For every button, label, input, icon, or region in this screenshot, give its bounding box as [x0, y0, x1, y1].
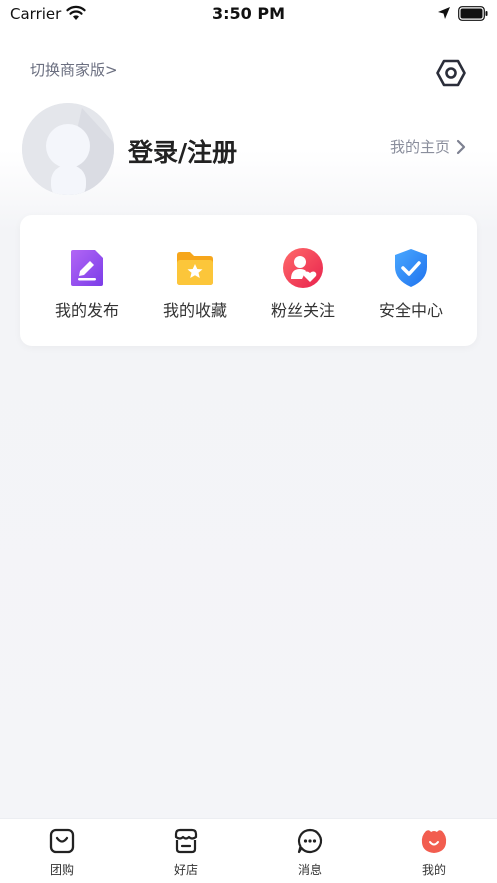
my-favorites-button[interactable]: 我的收藏: [138, 215, 252, 346]
battery-icon: [458, 6, 488, 21]
tab-good-shops-label: 好店: [173, 863, 198, 877]
chat-bubble-icon: [297, 828, 323, 854]
my-homepage-link[interactable]: 我的主页: [390, 136, 466, 157]
tab-messages-label: 消息: [297, 863, 322, 877]
tab-mine[interactable]: 我的: [372, 819, 496, 883]
clock: 3:50 PM: [211, 4, 285, 23]
tab-group-buy-label: 团购: [49, 863, 74, 877]
shopping-bag-icon: [49, 828, 75, 854]
fans-heart-icon: [283, 248, 323, 288]
login-register-link[interactable]: 登录/注册: [128, 133, 237, 169]
shield-check-icon: [395, 249, 427, 287]
location-arrow-icon: [438, 7, 450, 19]
status-bar: Carrier 3:50 PM: [0, 0, 497, 28]
default-avatar-icon: [22, 103, 114, 195]
security-center-button[interactable]: 安全中心: [354, 215, 468, 346]
chevron-right-icon: [456, 139, 466, 154]
my-favorites-label: 我的收藏: [162, 301, 227, 320]
switch-merchant-link[interactable]: 切换商家版>: [30, 59, 118, 80]
my-posts-label: 我的发布: [54, 301, 119, 320]
tab-good-shops[interactable]: 好店: [124, 819, 248, 883]
my-posts-button[interactable]: 我的发布: [30, 215, 144, 346]
security-center-label: 安全中心: [378, 301, 443, 320]
fans-follow-label: 粉丝关注: [270, 301, 335, 320]
avatar[interactable]: [22, 103, 114, 195]
tab-mine-label: 我的: [421, 863, 446, 877]
profile-tab-icon: [421, 830, 447, 853]
star-folder-icon: [177, 252, 213, 285]
function-card: 我的发布 我的收藏 粉丝关注 安全中心: [20, 215, 477, 346]
edit-doc-icon: [71, 250, 103, 286]
my-homepage-label: 我的主页: [390, 138, 451, 156]
tab-messages[interactable]: 消息: [248, 819, 372, 883]
tab-group-buy[interactable]: 团购: [0, 819, 124, 883]
bottom-tab-bar: 团购 好店 消息 我的: [0, 818, 497, 883]
settings-icon[interactable]: [436, 58, 466, 88]
fans-follow-button[interactable]: 粉丝关注: [246, 215, 360, 346]
shop-icon: [174, 828, 198, 854]
